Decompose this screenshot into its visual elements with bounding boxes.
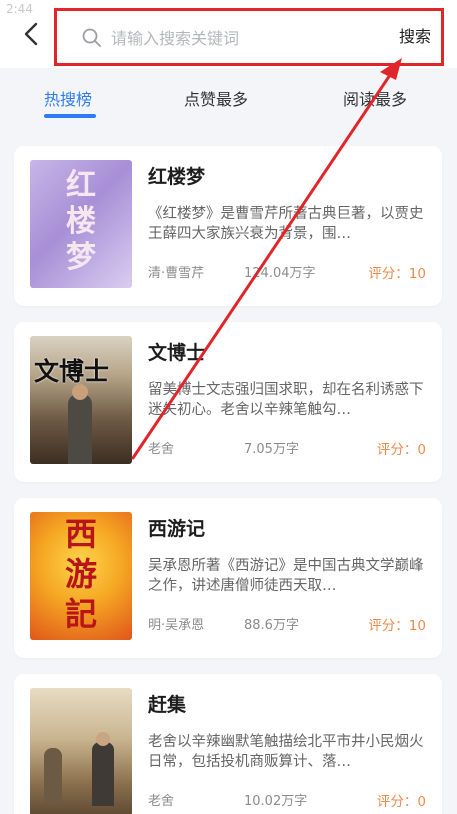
book-cover: [30, 688, 132, 814]
book-description: 留美博士文志强归国求职，却在名利诱惑下迷失初心。老舍以辛辣笔触勾…: [148, 382, 424, 418]
tab-most-read[interactable]: 阅读最多: [343, 86, 407, 110]
book-score: 评分：0: [376, 442, 426, 458]
book-cover: 红楼梦: [30, 160, 132, 288]
book-card[interactable]: 红楼梦 红楼梦 《红楼梦》是曹雪芹所著古典巨著，以贾史王薛四大家族兴衰为背景，围…: [14, 146, 442, 306]
cover-title-text: 红楼梦: [66, 168, 96, 275]
book-title: 红楼梦: [148, 166, 206, 188]
search-bar: 搜索: [54, 8, 444, 66]
book-score: 评分：10: [368, 618, 426, 634]
tab-most-liked[interactable]: 点赞最多: [184, 86, 248, 110]
search-icon: [82, 28, 101, 47]
active-tab-indicator: [44, 114, 96, 118]
book-author: 清·曹雪芹: [148, 266, 205, 281]
book-cover: 西游記: [30, 512, 132, 640]
cover-figure: [68, 394, 92, 464]
book-title: 文博士: [148, 342, 206, 364]
book-score: 评分：0: [376, 794, 426, 810]
search-input[interactable]: [111, 21, 371, 55]
cover-figure-head: [96, 732, 110, 746]
book-author: 老舍: [148, 794, 175, 809]
book-author: 明·吴承恩: [148, 618, 205, 633]
book-word-count: 10.02万字: [244, 794, 308, 809]
status-time: 2:44: [6, 2, 33, 16]
book-word-count: 7.05万字: [244, 442, 299, 457]
cover-figure: [44, 748, 62, 802]
book-description: 吴承恩所著《西游记》是中国古典文学巅峰之作，讲述唐僧师徒西天取…: [148, 558, 424, 594]
back-arrow-icon[interactable]: [18, 20, 46, 48]
book-title: 西游记: [148, 518, 206, 540]
cover-figure-head: [72, 384, 88, 400]
cover-title-text: 文博士: [34, 357, 110, 386]
search-field[interactable]: [71, 21, 381, 55]
cover-figure: [92, 742, 114, 806]
top-bar: 2:44 搜索: [0, 0, 457, 68]
book-author: 老舍: [148, 442, 175, 457]
search-button[interactable]: 搜索: [399, 23, 431, 47]
ranking-tabs: 热搜榜 点赞最多 阅读最多: [0, 68, 457, 128]
book-title: 赶集: [148, 694, 187, 716]
book-description: 《红楼梦》是曹雪芹所著古典巨著，以贾史王薛四大家族兴衰为背景，围…: [148, 206, 424, 242]
book-card[interactable]: 西游記 西游记 吴承恩所著《西游记》是中国古典文学巅峰之作，讲述唐僧师徒西天取……: [14, 498, 442, 658]
book-cover: 文博士: [30, 336, 132, 464]
tab-hot-search[interactable]: 热搜榜: [44, 86, 92, 110]
book-score: 评分：10: [368, 266, 426, 282]
book-word-count: 124.04万字: [244, 266, 316, 281]
cover-title-text: 西游記: [64, 515, 97, 633]
book-word-count: 88.6万字: [244, 618, 299, 633]
book-card[interactable]: 文博士 文博士 留美博士文志强归国求职，却在名利诱惑下迷失初心。老舍以辛辣笔触勾…: [14, 322, 442, 482]
book-card[interactable]: 赶集 老舍以辛辣幽默笔触描绘北平市井小民烟火日常，包括投机商贩算计、落… 老舍 …: [14, 674, 442, 814]
book-description: 老舍以辛辣幽默笔触描绘北平市井小民烟火日常，包括投机商贩算计、落…: [148, 734, 424, 770]
